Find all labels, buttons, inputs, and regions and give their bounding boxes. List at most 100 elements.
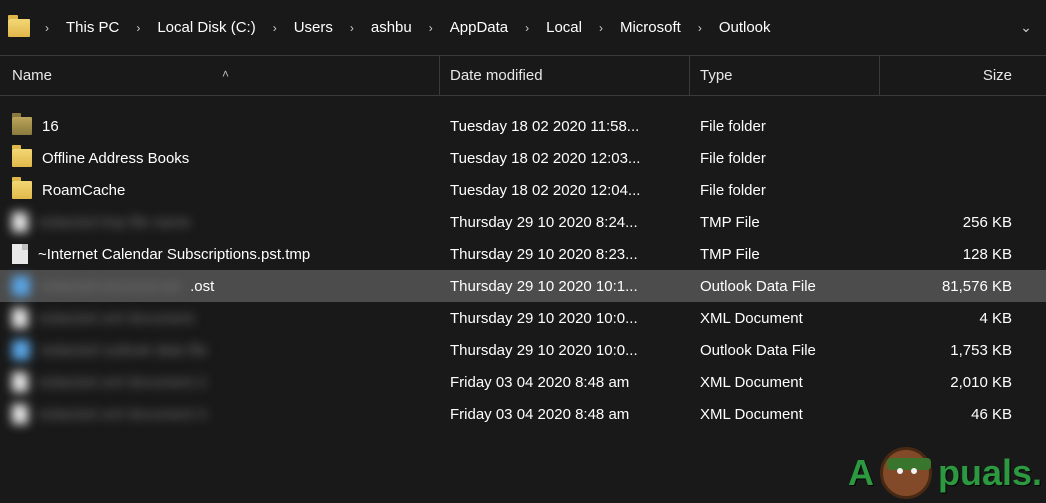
folder-icon [12, 117, 32, 135]
file-icon [12, 308, 28, 328]
file-name: redacted xml document 2 [38, 374, 206, 391]
cell-date-modified: Tuesday 18 02 2020 11:58... [440, 118, 690, 135]
chevron-right-icon[interactable]: › [518, 19, 536, 37]
chevron-right-icon[interactable]: › [691, 19, 709, 37]
file-name: redacted-account.ost [40, 278, 180, 295]
cell-type: Outlook Data File [690, 342, 880, 359]
watermark: A puals. [848, 447, 1042, 499]
cell-name: redacted tmp file name [0, 212, 440, 232]
table-row[interactable]: ~Internet Calendar Subscriptions.pst.tmp… [0, 238, 1046, 270]
chevron-right-icon[interactable]: › [343, 19, 361, 37]
cell-name: redacted xml document [0, 308, 440, 328]
crumb-local-disk[interactable]: Local Disk (C:) [151, 15, 261, 40]
cell-type: XML Document [690, 374, 880, 391]
folder-icon [12, 181, 32, 199]
cell-date-modified: Thursday 29 10 2020 10:1... [440, 278, 690, 295]
cell-name: redacted xml document 3 [0, 404, 440, 424]
cell-date-modified: Friday 03 04 2020 8:48 am [440, 406, 690, 423]
cell-date-modified: Friday 03 04 2020 8:48 am [440, 374, 690, 391]
table-row[interactable]: redacted xml document Thursday 29 10 2020… [0, 302, 1046, 334]
crumb-user[interactable]: ashbu [365, 15, 418, 40]
sort-up-icon: ˄ [222, 67, 229, 81]
column-header-label: Type [700, 67, 733, 84]
cell-date-modified: Thursday 29 10 2020 10:0... [440, 310, 690, 327]
table-row[interactable]: Offline Address Books Tuesday 18 02 2020 … [0, 142, 1046, 174]
cell-name: redacted outlook data file [0, 340, 440, 360]
table-row[interactable]: redacted outlook data file Thursday 29 10… [0, 334, 1046, 366]
chevron-right-icon[interactable]: › [129, 19, 147, 37]
cell-name: RoamCache [0, 181, 440, 199]
crumb-local[interactable]: Local [540, 15, 588, 40]
cell-type: Outlook Data File [690, 278, 880, 295]
table-row[interactable]: 16 Tuesday 18 02 2020 11:58...File folder [0, 110, 1046, 142]
folder-icon [8, 19, 30, 37]
cell-type: File folder [690, 150, 880, 167]
cell-size: 2,010 KB [880, 374, 1046, 391]
table-row[interactable]: redacted tmp file name Thursday 29 10 202… [0, 206, 1046, 238]
column-header-type[interactable]: Type [690, 56, 880, 95]
breadcrumb-bar[interactable]: › This PC › Local Disk (C:) › Users › as… [0, 0, 1046, 56]
table-row[interactable]: redacted-account.ost .ost Thursday 29 10 2… [0, 270, 1046, 302]
file-name: 16 [42, 118, 59, 135]
column-header-label: Size [983, 67, 1012, 84]
file-name: redacted tmp file name [38, 214, 191, 231]
crumb-users[interactable]: Users [288, 15, 339, 40]
cell-date-modified: Thursday 29 10 2020 10:0... [440, 342, 690, 359]
chevron-down-icon[interactable]: ⌄ [1014, 19, 1038, 36]
cell-size: 4 KB [880, 310, 1046, 327]
folder-icon [12, 149, 32, 167]
watermark-prefix: A [848, 452, 874, 494]
cell-type: TMP File [690, 246, 880, 263]
data-file-icon [12, 276, 30, 296]
file-list: 16Tuesday 18 02 2020 11:58...File folder… [0, 96, 1046, 430]
column-header-modified[interactable]: Date modified [440, 56, 690, 95]
file-name: ~Internet Calendar Subscriptions.pst.tmp [38, 246, 310, 263]
cell-size: 256 KB [880, 214, 1046, 231]
column-header-size[interactable]: Size [880, 56, 1046, 95]
table-row[interactable]: RoamCache Tuesday 18 02 2020 12:04...File… [0, 174, 1046, 206]
column-headers: Name ˄ Date modified Type Size [0, 56, 1046, 96]
cell-type: XML Document [690, 310, 880, 327]
cell-type: File folder [690, 118, 880, 135]
crumb-microsoft[interactable]: Microsoft [614, 15, 687, 40]
cell-size: 46 KB [880, 406, 1046, 423]
file-name-suffix: .ost [190, 278, 214, 295]
cell-name: 16 [0, 117, 440, 135]
crumb-outlook[interactable]: Outlook [713, 15, 777, 40]
cell-size: 81,576 KB [880, 278, 1046, 295]
file-name: RoamCache [42, 182, 125, 199]
file-name: Offline Address Books [42, 150, 189, 167]
file-icon [12, 404, 28, 424]
cell-date-modified: Tuesday 18 02 2020 12:04... [440, 182, 690, 199]
table-row[interactable]: redacted xml document 2 Friday 03 04 2020… [0, 366, 1046, 398]
file-icon [12, 244, 28, 264]
column-header-label: Date modified [450, 67, 543, 84]
cell-date-modified: Thursday 29 10 2020 8:23... [440, 246, 690, 263]
cell-size: 1,753 KB [880, 342, 1046, 359]
file-name: redacted xml document [38, 310, 194, 327]
cell-name: ~Internet Calendar Subscriptions.pst.tmp [0, 244, 440, 264]
file-icon [12, 372, 28, 392]
chevron-right-icon[interactable]: › [38, 19, 56, 37]
file-name: redacted outlook data file [40, 342, 208, 359]
cell-type: XML Document [690, 406, 880, 423]
cell-name: redacted xml document 2 [0, 372, 440, 392]
file-name: redacted xml document 3 [38, 406, 206, 423]
file-icon [12, 212, 28, 232]
watermark-suffix: puals. [938, 452, 1042, 494]
cell-type: File folder [690, 182, 880, 199]
column-header-name[interactable]: Name ˄ [0, 56, 440, 95]
cell-date-modified: Thursday 29 10 2020 8:24... [440, 214, 690, 231]
cell-size: 128 KB [880, 246, 1046, 263]
table-row[interactable]: redacted xml document 3 Friday 03 04 2020… [0, 398, 1046, 430]
mascot-icon [880, 447, 932, 499]
chevron-right-icon[interactable]: › [592, 19, 610, 37]
crumb-this-pc[interactable]: This PC [60, 15, 125, 40]
chevron-right-icon[interactable]: › [422, 19, 440, 37]
column-header-label: Name [12, 67, 52, 84]
cell-type: TMP File [690, 214, 880, 231]
crumb-appdata[interactable]: AppData [444, 15, 514, 40]
cell-name: redacted-account.ost .ost [0, 276, 440, 296]
cell-date-modified: Tuesday 18 02 2020 12:03... [440, 150, 690, 167]
chevron-right-icon[interactable]: › [266, 19, 284, 37]
